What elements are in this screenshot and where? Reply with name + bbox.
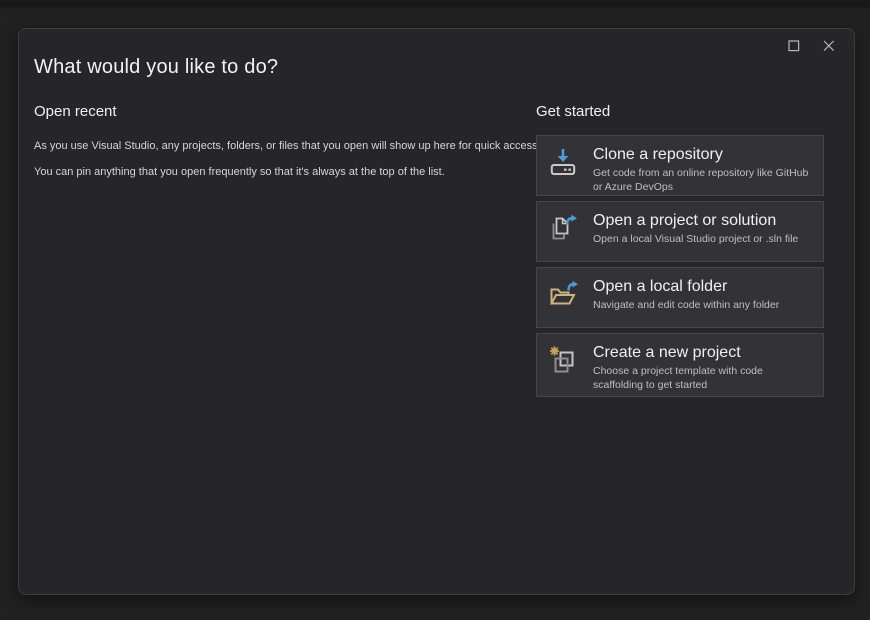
open-project-button[interactable]: Open a project or solution Open a local …: [536, 201, 824, 262]
get-started-section: Get started Clone a repository: [536, 103, 824, 397]
open-folder-button[interactable]: Open a local folder Navigate and edit co…: [536, 267, 824, 328]
open-recent-section: Open recent As you use Visual Studio, an…: [19, 103, 536, 397]
new-project-button[interactable]: Create a new project Choose a project te…: [536, 333, 824, 397]
action-title: Create a new project: [593, 344, 741, 361]
page-title: What would you like to do?: [34, 56, 854, 79]
action-description: Navigate and edit code within any folder: [593, 298, 779, 312]
action-title: Clone a repository: [593, 146, 723, 163]
action-title: Open a local folder: [593, 278, 727, 295]
action-description: Choose a project template with code scaf…: [593, 364, 815, 392]
action-description: Get code from an online repository like …: [593, 166, 815, 194]
open-folder-icon: [547, 278, 579, 312]
maximize-icon: [788, 39, 800, 57]
clone-repository-button[interactable]: Clone a repository Get code from an onli…: [536, 135, 824, 196]
open-recent-description-line: You can pin anything that you open frequ…: [34, 166, 536, 178]
close-icon: [823, 39, 835, 57]
window-controls: [781, 35, 842, 61]
action-description: Open a local Visual Studio project or .s…: [593, 232, 798, 246]
maximize-button[interactable]: [781, 35, 807, 61]
close-button[interactable]: [816, 35, 842, 61]
start-window-dialog: What would you like to do? Open recent A…: [18, 28, 855, 595]
action-title: Open a project or solution: [593, 212, 776, 229]
clone-repository-icon: [547, 146, 579, 180]
open-recent-heading: Open recent: [34, 103, 536, 120]
open-recent-description-line: As you use Visual Studio, any projects, …: [34, 140, 536, 152]
get-started-heading: Get started: [536, 103, 824, 120]
open-project-icon: [547, 212, 579, 246]
new-project-icon: [547, 344, 579, 378]
